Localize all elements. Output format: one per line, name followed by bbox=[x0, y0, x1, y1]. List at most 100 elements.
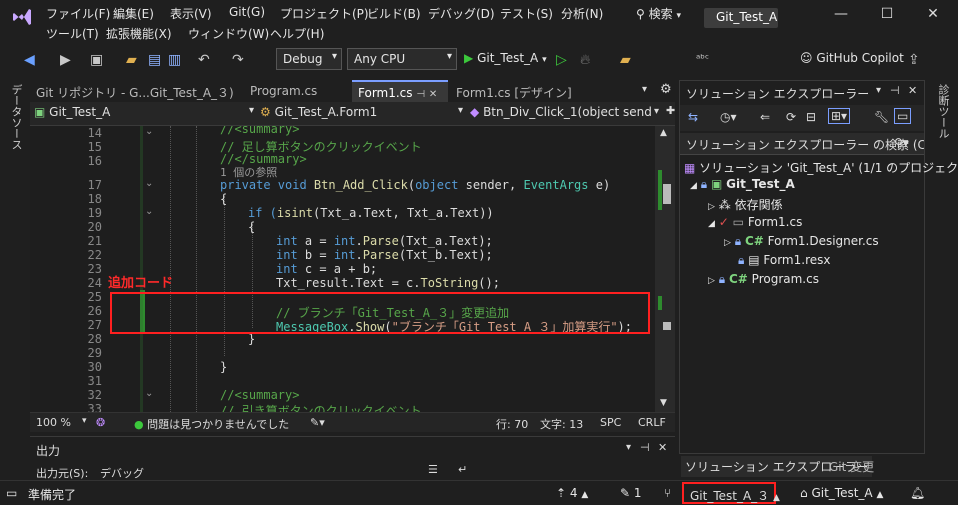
chevron-down-icon[interactable]: ▾ bbox=[876, 85, 881, 96]
diagnostics-tab[interactable]: 診断ツール bbox=[935, 84, 951, 139]
push-commits[interactable]: ⇡ 4 ▲ bbox=[556, 486, 588, 500]
forward-icon[interactable]: ▶ bbox=[60, 52, 71, 68]
close-icon[interactable]: ✕ bbox=[908, 84, 917, 97]
solution-search-input[interactable]: ソリューション エクスプローラー の検索 (Ctrl+ bbox=[680, 133, 924, 155]
menu-edit[interactable]: 編集(E) bbox=[113, 5, 154, 22]
copilot-button[interactable]: ☺ GitHub Copilot bbox=[800, 51, 904, 65]
hot-reload-icon[interactable]: 🔥︎ bbox=[580, 52, 590, 68]
save-icon[interactable]: ▤ bbox=[148, 52, 161, 68]
show-all-files-icon[interactable]: ⊞▾ bbox=[828, 108, 851, 124]
switch-view-icon[interactable]: ⇆ bbox=[688, 110, 698, 124]
repository-selector[interactable]: ⌂ Git_Test_A ▲ bbox=[800, 486, 883, 500]
search-icon[interactable]: ⚲▾ bbox=[894, 136, 909, 150]
undo-icon[interactable]: ↶ bbox=[198, 52, 210, 68]
class-dropdown[interactable]: ⚙ Git_Test_A.Form1 ▾ bbox=[260, 105, 465, 123]
spell-check-icon[interactable]: ᵃᵇᶜ bbox=[696, 52, 709, 65]
share-icon[interactable]: ⇪ bbox=[908, 52, 920, 68]
pin-icon[interactable]: ⊣ bbox=[416, 89, 425, 100]
scroll-down-icon[interactable]: ▼ bbox=[660, 398, 667, 408]
menu-test[interactable]: テスト(S) bbox=[500, 5, 553, 22]
collapse-all-icon[interactable]: ⊟ bbox=[806, 110, 816, 124]
tree-item-project[interactable]: ◢ 🔒︎ ▣ Git_Test_A bbox=[690, 177, 795, 192]
new-project-icon[interactable]: ▣ bbox=[90, 52, 103, 68]
tab-git-repository[interactable]: Git リポジトリ - G...Git_Test_A_３) bbox=[30, 80, 238, 102]
collapse-icon[interactable]: ⌄ bbox=[145, 388, 153, 399]
platform-dropdown[interactable]: Any CPU ▾ bbox=[347, 48, 457, 70]
close-button[interactable]: ✕ bbox=[918, 6, 948, 28]
menu-build[interactable]: ビルド(B) bbox=[367, 5, 421, 22]
refresh-icon[interactable]: ⟳ bbox=[786, 110, 796, 124]
solution-explorer-icon[interactable]: ▰ bbox=[620, 52, 631, 68]
tree-item-form1-resx[interactable]: 🔒︎ ▤ Form1.resx bbox=[738, 253, 830, 268]
chevron-down-icon[interactable]: ▾ bbox=[82, 416, 87, 426]
scroll-up-icon[interactable]: ▲ bbox=[660, 128, 667, 138]
tree-item-form1-designer[interactable]: ▷ 🔒︎ C# Form1.Designer.cs bbox=[724, 234, 879, 249]
back-icon[interactable]: ⇐ bbox=[760, 110, 770, 124]
pending-changes-icon[interactable]: ◷▾ bbox=[720, 110, 737, 124]
pin-icon[interactable]: ⊣ bbox=[890, 84, 900, 97]
menu-view[interactable]: 表示(V) bbox=[170, 5, 212, 22]
start-button[interactable]: ▶ Git_Test_A ▾ bbox=[464, 51, 547, 65]
tab-git-changes[interactable]: Git 変更 bbox=[829, 458, 874, 475]
menu-file[interactable]: ファイル(F) bbox=[46, 5, 110, 22]
collapse-icon[interactable]: ⌄ bbox=[145, 126, 153, 137]
tree-item-form1-cs[interactable]: ◢ ✓ ▭ Form1.cs bbox=[708, 215, 802, 229]
scroll-thumb[interactable] bbox=[663, 184, 671, 204]
menu-window[interactable]: ウィンドウ(W) bbox=[188, 25, 269, 42]
search-box[interactable]: ⚲ 検索 ▾ bbox=[636, 5, 681, 22]
tree-item-dependencies[interactable]: ▷ ⁂ 依存関係 bbox=[708, 196, 783, 213]
close-icon[interactable]: ✕ bbox=[429, 89, 437, 100]
clear-all-icon[interactable]: ☰ bbox=[428, 463, 438, 476]
zoom-level[interactable]: 100 % bbox=[36, 416, 71, 429]
notification-icon[interactable]: ▭ bbox=[6, 486, 17, 500]
menu-analyze[interactable]: 分析(N) bbox=[561, 5, 603, 22]
chevron-down-icon[interactable]: ▾ bbox=[626, 442, 631, 453]
collapse-icon[interactable]: ⌄ bbox=[145, 206, 153, 217]
word-wrap-icon[interactable]: ↵ bbox=[458, 463, 467, 476]
start-without-debug-icon[interactable]: ▷ bbox=[556, 52, 567, 68]
editor-vertical-scrollbar[interactable]: ▲ ▼ bbox=[655, 126, 675, 412]
project-dropdown[interactable]: ▣ Git_Test_A ▾ bbox=[34, 105, 256, 123]
output-source-dropdown[interactable]: デバッグ bbox=[100, 465, 144, 481]
whitespace-indicator[interactable]: SPC bbox=[600, 416, 621, 429]
back-icon[interactable]: ◀ bbox=[24, 52, 35, 68]
tab-form1-cs[interactable]: Form1.cs ⊣ ✕ bbox=[352, 80, 448, 102]
code-editor[interactable]: 14 15 16 17 18 19 20 21 22 23 24 25 26 2… bbox=[30, 126, 655, 412]
issues-status[interactable]: ● 問題は見つかりませんでした bbox=[134, 416, 289, 432]
config-dropdown[interactable]: Debug ▾ bbox=[276, 48, 342, 70]
collapse-icon[interactable]: ⌄ bbox=[145, 178, 153, 189]
branch-selector[interactable]: Git_Test_A_３ ▲ bbox=[682, 482, 780, 504]
data-source-tab[interactable]: データソース bbox=[8, 84, 24, 150]
preview-icon[interactable]: ▭ bbox=[894, 108, 912, 124]
line-indicator[interactable]: 行: 70 bbox=[496, 416, 528, 432]
chevron-down-icon[interactable]: ▾ bbox=[654, 106, 659, 117]
tab-program-cs[interactable]: Program.cs bbox=[244, 80, 352, 102]
gear-icon[interactable]: ⚙ bbox=[660, 82, 672, 97]
redo-icon[interactable]: ↷ bbox=[232, 52, 244, 68]
tree-item-program-cs[interactable]: ▷ 🔒︎ C# Program.cs bbox=[708, 272, 819, 287]
minimize-button[interactable]: — bbox=[826, 6, 856, 28]
maximize-button[interactable]: ☐ bbox=[872, 6, 902, 28]
intellicode-icon[interactable]: ❂ bbox=[96, 416, 105, 429]
member-dropdown[interactable]: ◆ Btn_Div_Click_1(object sender, E bbox=[470, 105, 652, 123]
menu-tools[interactable]: ツール(T) bbox=[46, 25, 99, 42]
save-all-icon[interactable]: ▥ bbox=[168, 52, 181, 68]
menu-debug[interactable]: デバッグ(D) bbox=[428, 5, 495, 22]
tree-item-solution[interactable]: ▦ ソリューション 'Git_Test_A' (1/1 のプロジェクト bbox=[684, 159, 958, 176]
visual-studio-logo-icon[interactable] bbox=[10, 6, 34, 28]
menu-help[interactable]: ヘルプ(H) bbox=[270, 25, 324, 42]
wrench-icon[interactable]: 🔧︎ bbox=[874, 110, 889, 124]
line-ending-indicator[interactable]: CRLF bbox=[638, 416, 666, 429]
pin-icon[interactable]: ⊣ bbox=[640, 441, 650, 454]
menu-git[interactable]: Git(G) bbox=[229, 5, 265, 19]
tab-list-icon[interactable]: ▾ bbox=[642, 84, 647, 95]
tab-form1-designer[interactable]: Form1.cs [デザイン] bbox=[450, 80, 585, 102]
code-cleanup-icon[interactable]: ✎▾ bbox=[310, 416, 325, 429]
menu-project[interactable]: プロジェクト(P) bbox=[280, 5, 369, 22]
pending-changes[interactable]: ✎ 1 bbox=[620, 486, 642, 500]
column-indicator[interactable]: 文字: 13 bbox=[540, 416, 583, 432]
split-icon[interactable]: ✚ bbox=[666, 104, 675, 117]
open-folder-icon[interactable]: ▰ bbox=[126, 52, 137, 68]
close-icon[interactable]: ✕ bbox=[658, 441, 667, 454]
menu-extensions[interactable]: 拡張機能(X) bbox=[106, 25, 172, 42]
